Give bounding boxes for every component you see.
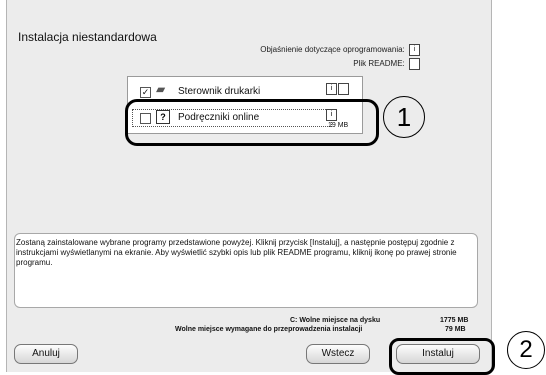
readme-icon[interactable] bbox=[338, 83, 349, 95]
disk-free-value: 1775 MB bbox=[440, 317, 469, 324]
annotation-highlight-1 bbox=[125, 99, 379, 146]
annotation-number-1: 1 bbox=[383, 96, 425, 138]
annotation-highlight-2 bbox=[389, 338, 495, 375]
annotation-number-2: 2 bbox=[507, 331, 545, 369]
description-hint: Objaśnienie dotyczące oprogramowania: i bbox=[260, 44, 420, 56]
printer-icon: ▰ bbox=[156, 82, 166, 96]
list-item[interactable]: ✓ ▰ Sterownik drukarki i bbox=[128, 79, 362, 101]
info-icon[interactable]: i bbox=[326, 83, 337, 95]
page-title: Instalacja niestandardowa bbox=[18, 30, 157, 44]
readme-icon bbox=[409, 58, 420, 70]
back-button[interactable]: Wstecz bbox=[306, 344, 370, 364]
readme-hint-label: Plik README: bbox=[353, 59, 405, 69]
disk-required-label: Wolne miejsce wymagane do przeprowadzeni… bbox=[175, 326, 363, 333]
disk-free-label: C: Wolne miejsce na dysku bbox=[290, 317, 381, 324]
cancel-button[interactable]: Anuluj bbox=[14, 344, 78, 364]
disk-required-value: 79 MB bbox=[445, 326, 466, 333]
checkbox-printer-driver[interactable]: ✓ bbox=[140, 87, 151, 98]
readme-hint: Plik README: bbox=[353, 58, 420, 70]
description-hint-label: Objaśnienie dotyczące oprogramowania: bbox=[260, 45, 405, 55]
description-text: Zostaną zainstalowane wybrane programy p… bbox=[16, 238, 457, 267]
info-icon: i bbox=[409, 44, 420, 56]
list-item-label: Sterownik drukarki bbox=[178, 86, 261, 97]
